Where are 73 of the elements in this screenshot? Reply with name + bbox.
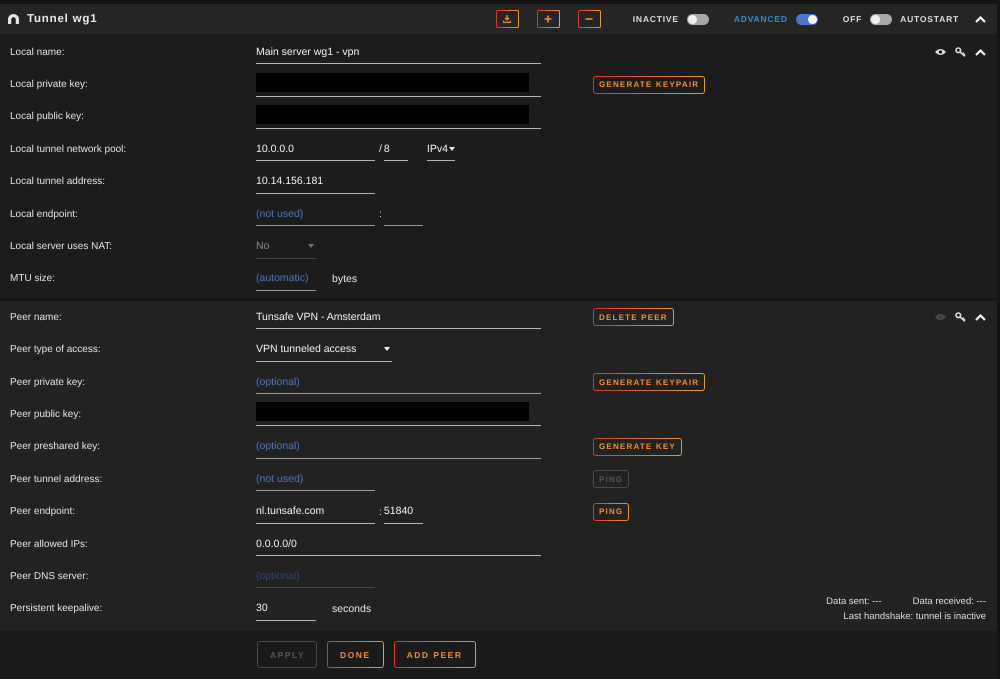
eye-icon[interactable] <box>935 48 946 56</box>
field-label: Local public key: <box>10 111 85 122</box>
download-button[interactable] <box>496 10 519 28</box>
action-button[interactable]: GENERATE KEYPAIR <box>593 76 706 94</box>
chevron-up-icon[interactable] <box>975 314 986 321</box>
data-sent-text: Data sent: --- <box>826 596 882 607</box>
separator-text: : <box>379 506 382 518</box>
input-field[interactable]: 8 <box>384 137 408 162</box>
input-field[interactable]: Tunsafe VPN - Amsterdam <box>256 305 541 330</box>
unit-text: bytes <box>332 272 358 285</box>
input-field[interactable] <box>256 104 541 129</box>
field-label: Local private key: <box>10 79 89 90</box>
field-label: Local endpoint: <box>10 208 79 220</box>
input-field[interactable] <box>256 402 541 426</box>
tunnel-title: Tunnel wg1 <box>27 13 98 25</box>
footer-button[interactable]: DONE <box>327 641 384 668</box>
plus-icon <box>544 15 552 23</box>
input-field[interactable]: 10.0.0.0 <box>256 137 375 162</box>
input-field[interactable]: 0.0.0.0/0 <box>256 532 541 556</box>
field-label: Peer public key: <box>10 408 82 420</box>
arch-icon <box>8 14 19 24</box>
input-field[interactable]: (automatic) <box>256 266 316 291</box>
field-label: Persistent keepalive: <box>10 603 104 614</box>
data-received-text: Data received: --- <box>912 596 986 607</box>
action-button[interactable]: GENERATE KEYPAIR <box>593 373 706 392</box>
dropdown[interactable]: VPN tunneled access <box>256 338 392 362</box>
input-field[interactable]: (not used) <box>256 202 375 226</box>
remove-button[interactable] <box>578 10 601 28</box>
separator-text: : <box>379 208 382 220</box>
download-icon <box>503 15 512 23</box>
toggle-label: AUTOSTART <box>900 14 959 24</box>
field-label: Peer endpoint: <box>10 506 76 518</box>
input-field[interactable]: 30 <box>256 596 316 621</box>
field-label: Peer DNS server: <box>10 570 90 582</box>
toggle-switch[interactable] <box>686 14 709 24</box>
chevron-up-icon[interactable] <box>975 48 986 56</box>
field-label: Peer allowed IPs: <box>10 538 89 550</box>
separator-text: / <box>379 143 382 156</box>
field-label: Peer type of access: <box>10 344 102 356</box>
toggle-switch[interactable] <box>870 14 892 24</box>
unit-text: seconds <box>332 602 372 615</box>
field-label: Peer private key: <box>10 376 86 388</box>
last-handshake-text: Last handshake: tunnel is inactive <box>843 610 986 622</box>
caret-icon <box>308 244 314 248</box>
action-button[interactable]: DELETE PEER <box>593 308 674 326</box>
minus-icon <box>585 18 594 20</box>
input-field[interactable]: 10.14.156.181 <box>256 170 375 194</box>
input-field[interactable] <box>256 72 541 97</box>
caret-icon <box>448 146 455 151</box>
field-label: Peer name: <box>10 312 63 323</box>
field-label: Local tunnel network pool: <box>10 144 128 155</box>
toggle-switch[interactable] <box>796 14 818 24</box>
footer-button[interactable]: ADD PEER <box>394 641 476 668</box>
add-button[interactable] <box>536 10 560 28</box>
field-label: Local tunnel address: <box>10 176 106 188</box>
key-icon[interactable] <box>955 47 966 58</box>
field-label: MTU size: <box>10 273 56 284</box>
key-icon[interactable] <box>955 312 966 322</box>
field-label: Local server uses NAT: <box>10 241 114 252</box>
dropdown[interactable]: IPv4 <box>426 137 455 162</box>
action-button[interactable]: GENERATE KEY <box>593 438 682 456</box>
action-button[interactable]: PING <box>593 502 630 521</box>
toggle-label: OFF <box>842 14 862 24</box>
caret-icon <box>384 347 390 352</box>
field-label: Peer tunnel address: <box>10 474 104 485</box>
field-label: Local name: <box>10 46 66 58</box>
toggle-label: ADVANCED <box>734 14 788 24</box>
input-field[interactable]: Main server wg1 - vpn <box>256 40 541 64</box>
input-field[interactable]: 51840 <box>384 500 423 524</box>
toggle-label: INACTIVE <box>632 14 679 24</box>
field-label: Peer preshared key: <box>10 441 102 452</box>
chevron-up-icon[interactable] <box>975 16 986 22</box>
input-field[interactable]: nl.tunsafe.com <box>256 500 375 524</box>
